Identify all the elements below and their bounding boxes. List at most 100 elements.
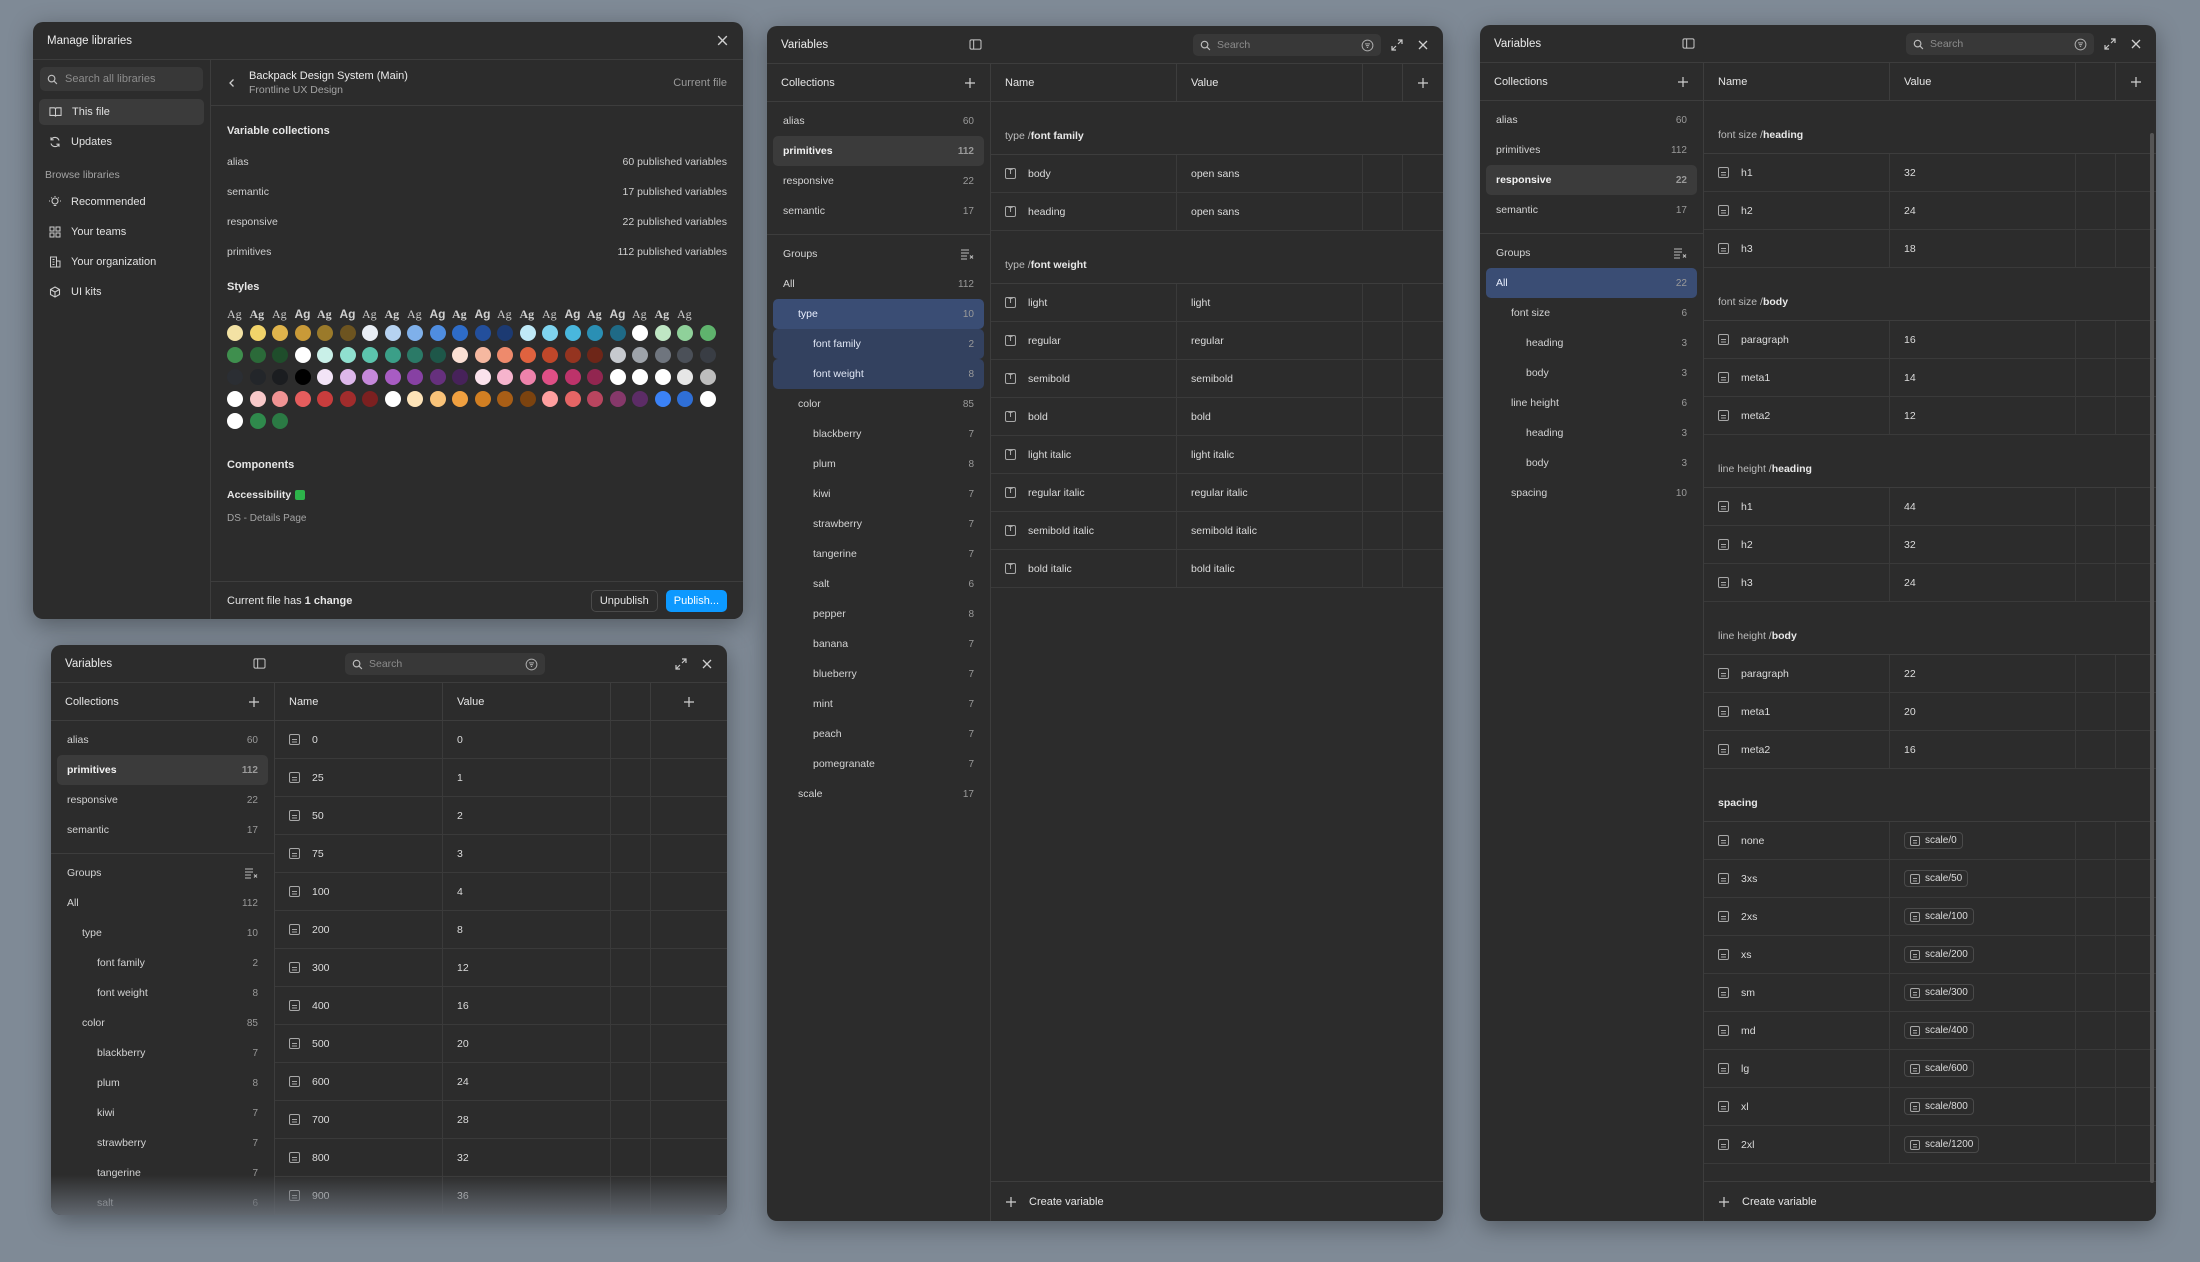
variable-value-cell[interactable]: 24 bbox=[1890, 192, 2076, 229]
create-variable-button[interactable]: Create variable bbox=[1704, 1181, 2156, 1221]
variable-row[interactable]: 800 32 bbox=[275, 1139, 727, 1177]
variable-name-cell[interactable]: h2 bbox=[1704, 526, 1890, 563]
variable-name-cell[interactable]: none bbox=[1704, 822, 1890, 859]
group-item[interactable]: blackberry 7 bbox=[57, 1038, 268, 1068]
alias-chip[interactable]: scale/1200 bbox=[1904, 1136, 1980, 1153]
variable-value-cell[interactable]: light bbox=[1177, 284, 1363, 321]
group-item[interactable]: line height 6 bbox=[1486, 388, 1697, 418]
variable-value-cell[interactable]: open sans bbox=[1177, 193, 1363, 230]
unpublish-button[interactable]: Unpublish bbox=[590, 589, 658, 612]
collection-item[interactable]: alias 60 bbox=[57, 725, 268, 755]
variable-value-cell[interactable]: scale/0 bbox=[1890, 822, 2076, 859]
variable-row[interactable]: meta2 16 bbox=[1704, 731, 2156, 769]
variable-name-cell[interactable]: meta2 bbox=[1704, 397, 1890, 434]
close-icon[interactable] bbox=[701, 658, 713, 670]
variable-search-input[interactable]: Search bbox=[345, 653, 545, 675]
variable-value-cell[interactable]: 24 bbox=[443, 1063, 611, 1100]
group-item[interactable]: body 3 bbox=[1486, 448, 1697, 478]
variable-row[interactable]: Tsemibold semibold bbox=[991, 360, 1443, 398]
variable-name-cell[interactable]: meta1 bbox=[1704, 693, 1890, 730]
variable-row[interactable]: 75 3 bbox=[275, 835, 727, 873]
group-item[interactable]: kiwi 7 bbox=[773, 479, 984, 509]
variable-value-cell[interactable]: 0 bbox=[443, 721, 611, 758]
group-item[interactable]: strawberry 7 bbox=[773, 509, 984, 539]
group-item[interactable]: plum 8 bbox=[57, 1068, 268, 1098]
group-item[interactable]: salt 6 bbox=[773, 569, 984, 599]
collection-item[interactable]: semantic 17 bbox=[773, 196, 984, 226]
variable-name-cell[interactable]: h1 bbox=[1704, 488, 1890, 525]
variable-name-cell[interactable]: 300 bbox=[275, 949, 443, 986]
group-item[interactable]: color 85 bbox=[57, 1008, 268, 1038]
variable-row[interactable]: xl scale/800 bbox=[1704, 1088, 2156, 1126]
variable-value-cell[interactable]: scale/400 bbox=[1890, 1012, 2076, 1049]
variable-name-cell[interactable]: Tbold bbox=[991, 398, 1177, 435]
variable-name-cell[interactable]: 400 bbox=[275, 987, 443, 1024]
collection-item[interactable]: responsive 22 bbox=[1486, 165, 1697, 195]
group-item[interactable]: body 3 bbox=[1486, 358, 1697, 388]
filter-icon[interactable] bbox=[525, 658, 538, 671]
variable-name-cell[interactable]: Tsemibold bbox=[991, 360, 1177, 397]
expand-icon[interactable] bbox=[2104, 37, 2116, 50]
groups-filter-icon[interactable] bbox=[244, 867, 258, 879]
variable-row[interactable]: h1 44 bbox=[1704, 488, 2156, 526]
variable-value-cell[interactable]: scale/50 bbox=[1890, 860, 2076, 897]
groups-filter-icon[interactable] bbox=[960, 248, 974, 260]
variable-value-cell[interactable]: scale/100 bbox=[1890, 898, 2076, 935]
variable-name-cell[interactable]: Tregular bbox=[991, 322, 1177, 359]
variable-name-cell[interactable]: 2xl bbox=[1704, 1126, 1890, 1163]
close-icon[interactable] bbox=[1417, 39, 1429, 51]
group-item[interactable]: font weight 8 bbox=[57, 978, 268, 1008]
variable-row[interactable]: 25 1 bbox=[275, 759, 727, 797]
add-collection-icon[interactable] bbox=[964, 77, 976, 89]
group-item[interactable]: heading 3 bbox=[1486, 328, 1697, 358]
sidebar-toggle-icon[interactable] bbox=[1682, 38, 1695, 49]
variable-value-cell[interactable]: 12 bbox=[443, 949, 611, 986]
alias-chip[interactable]: scale/300 bbox=[1904, 984, 1974, 1001]
variable-row[interactable]: 400 16 bbox=[275, 987, 727, 1025]
alias-chip[interactable]: scale/50 bbox=[1904, 870, 1969, 887]
variable-name-cell[interactable]: Tlight bbox=[991, 284, 1177, 321]
variable-row[interactable]: meta1 14 bbox=[1704, 359, 2156, 397]
add-collection-icon[interactable] bbox=[1677, 76, 1689, 88]
variable-value-cell[interactable]: 14 bbox=[1890, 359, 2076, 396]
variable-name-cell[interactable]: 0 bbox=[275, 721, 443, 758]
group-item[interactable]: font weight 8 bbox=[773, 359, 984, 389]
alias-chip[interactable]: scale/200 bbox=[1904, 946, 1974, 963]
variable-row[interactable]: 600 24 bbox=[275, 1063, 727, 1101]
variable-name-cell[interactable]: Tsemibold italic bbox=[991, 512, 1177, 549]
variable-row[interactable]: h3 24 bbox=[1704, 564, 2156, 602]
variable-name-cell[interactable]: 900 bbox=[275, 1177, 443, 1214]
variable-name-cell[interactable]: 500 bbox=[275, 1025, 443, 1062]
variable-name-cell[interactable]: 2xs bbox=[1704, 898, 1890, 935]
variable-value-cell[interactable]: 32 bbox=[1890, 154, 2076, 191]
variable-row[interactable]: Tregular italic regular italic bbox=[991, 474, 1443, 512]
variable-row[interactable]: h2 32 bbox=[1704, 526, 2156, 564]
alias-chip[interactable]: scale/400 bbox=[1904, 1022, 1974, 1039]
variable-value-cell[interactable]: 18 bbox=[1890, 230, 2076, 267]
publish-button[interactable]: Publish... bbox=[665, 589, 727, 612]
group-item[interactable]: spacing 10 bbox=[1486, 478, 1697, 508]
add-mode-button[interactable] bbox=[1403, 64, 1443, 101]
variable-name-cell[interactable]: meta2 bbox=[1704, 731, 1890, 768]
nav-this-file[interactable]: This file bbox=[39, 99, 204, 125]
variable-row[interactable]: h1 32 bbox=[1704, 154, 2156, 192]
variable-row[interactable]: 500 20 bbox=[275, 1025, 727, 1063]
variable-value-cell[interactable]: 28 bbox=[443, 1101, 611, 1138]
variable-name-cell[interactable]: xl bbox=[1704, 1088, 1890, 1125]
nav-updates[interactable]: Updates bbox=[39, 129, 204, 155]
variable-row[interactable]: Tsemibold italic semibold italic bbox=[991, 512, 1443, 550]
variable-value-cell[interactable]: 1 bbox=[443, 759, 611, 796]
close-icon[interactable] bbox=[716, 34, 729, 47]
variable-row[interactable]: meta1 20 bbox=[1704, 693, 2156, 731]
variable-name-cell[interactable]: paragraph bbox=[1704, 655, 1890, 692]
variable-value-cell[interactable]: open sans bbox=[1177, 155, 1363, 192]
variable-row[interactable]: xs scale/200 bbox=[1704, 936, 2156, 974]
variable-value-cell[interactable]: bold bbox=[1177, 398, 1363, 435]
alias-chip[interactable]: scale/800 bbox=[1904, 1098, 1974, 1115]
group-item[interactable]: All 112 bbox=[773, 269, 984, 299]
variable-row[interactable]: sm scale/300 bbox=[1704, 974, 2156, 1012]
group-item[interactable]: kiwi 7 bbox=[57, 1098, 268, 1128]
variable-row[interactable]: 50 2 bbox=[275, 797, 727, 835]
variable-value-cell[interactable]: 20 bbox=[443, 1025, 611, 1062]
variable-value-cell[interactable]: 16 bbox=[1890, 731, 2076, 768]
